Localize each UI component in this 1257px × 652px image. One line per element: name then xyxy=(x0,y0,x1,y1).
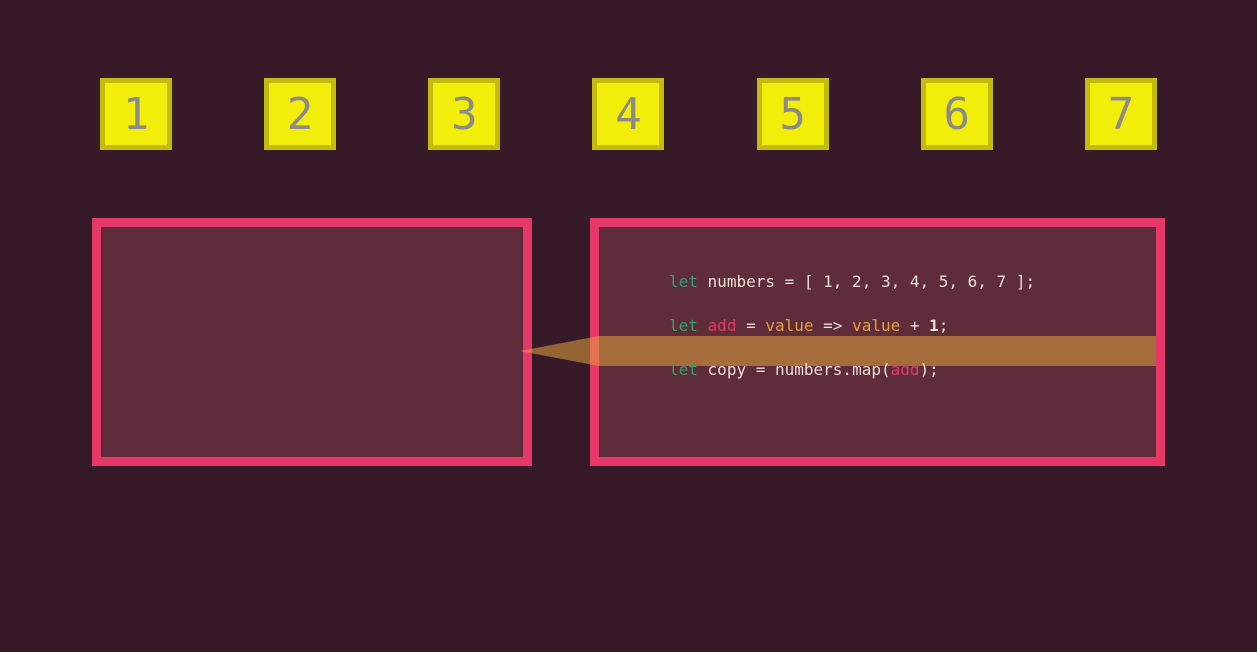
identifier: copy xyxy=(708,360,747,379)
paren-close: ) xyxy=(920,360,930,379)
number-box-4: 4 xyxy=(592,78,664,150)
operator: = xyxy=(775,272,804,291)
keyword: let xyxy=(669,360,698,379)
argument: add xyxy=(891,360,920,379)
keyword: let xyxy=(669,272,698,291)
dot-operator: . xyxy=(842,360,852,379)
number-box-5: 5 xyxy=(757,78,829,150)
number-box-3: 3 xyxy=(428,78,500,150)
semicolon: ; xyxy=(1025,272,1035,291)
identifier: numbers xyxy=(708,272,775,291)
code-line-1: let numbers = [ 1, 2, 3, 4, 5, 6, 7 ]; xyxy=(669,271,1116,293)
operator: = xyxy=(736,316,765,335)
number-box-1: 1 xyxy=(100,78,172,150)
param: value xyxy=(765,316,813,335)
paren-open: ( xyxy=(881,360,891,379)
number-literal: 1 xyxy=(929,316,939,335)
arrow-operator: => xyxy=(814,316,853,335)
array-literal: [ 1, 2, 3, 4, 5, 6, 7 ] xyxy=(804,272,1026,291)
operator: + xyxy=(900,316,929,335)
code-line-3: let copy = numbers.map(add); xyxy=(669,359,1116,381)
identifier: numbers xyxy=(775,360,842,379)
number-box-7: 7 xyxy=(1085,78,1157,150)
semicolon: ; xyxy=(929,360,939,379)
function-name: add xyxy=(708,316,737,335)
operator: = xyxy=(746,360,775,379)
numbers-row: 1 2 3 4 5 6 7 xyxy=(100,78,1157,150)
output-panel xyxy=(92,218,532,466)
semicolon: ; xyxy=(939,316,949,335)
keyword: let xyxy=(669,316,698,335)
param: value xyxy=(852,316,900,335)
number-box-6: 6 xyxy=(921,78,993,150)
number-box-2: 2 xyxy=(264,78,336,150)
method-name: map xyxy=(852,360,881,379)
code-line-2: let add = value => value + 1; xyxy=(669,315,1116,337)
highlight-pointer-icon xyxy=(520,336,599,366)
